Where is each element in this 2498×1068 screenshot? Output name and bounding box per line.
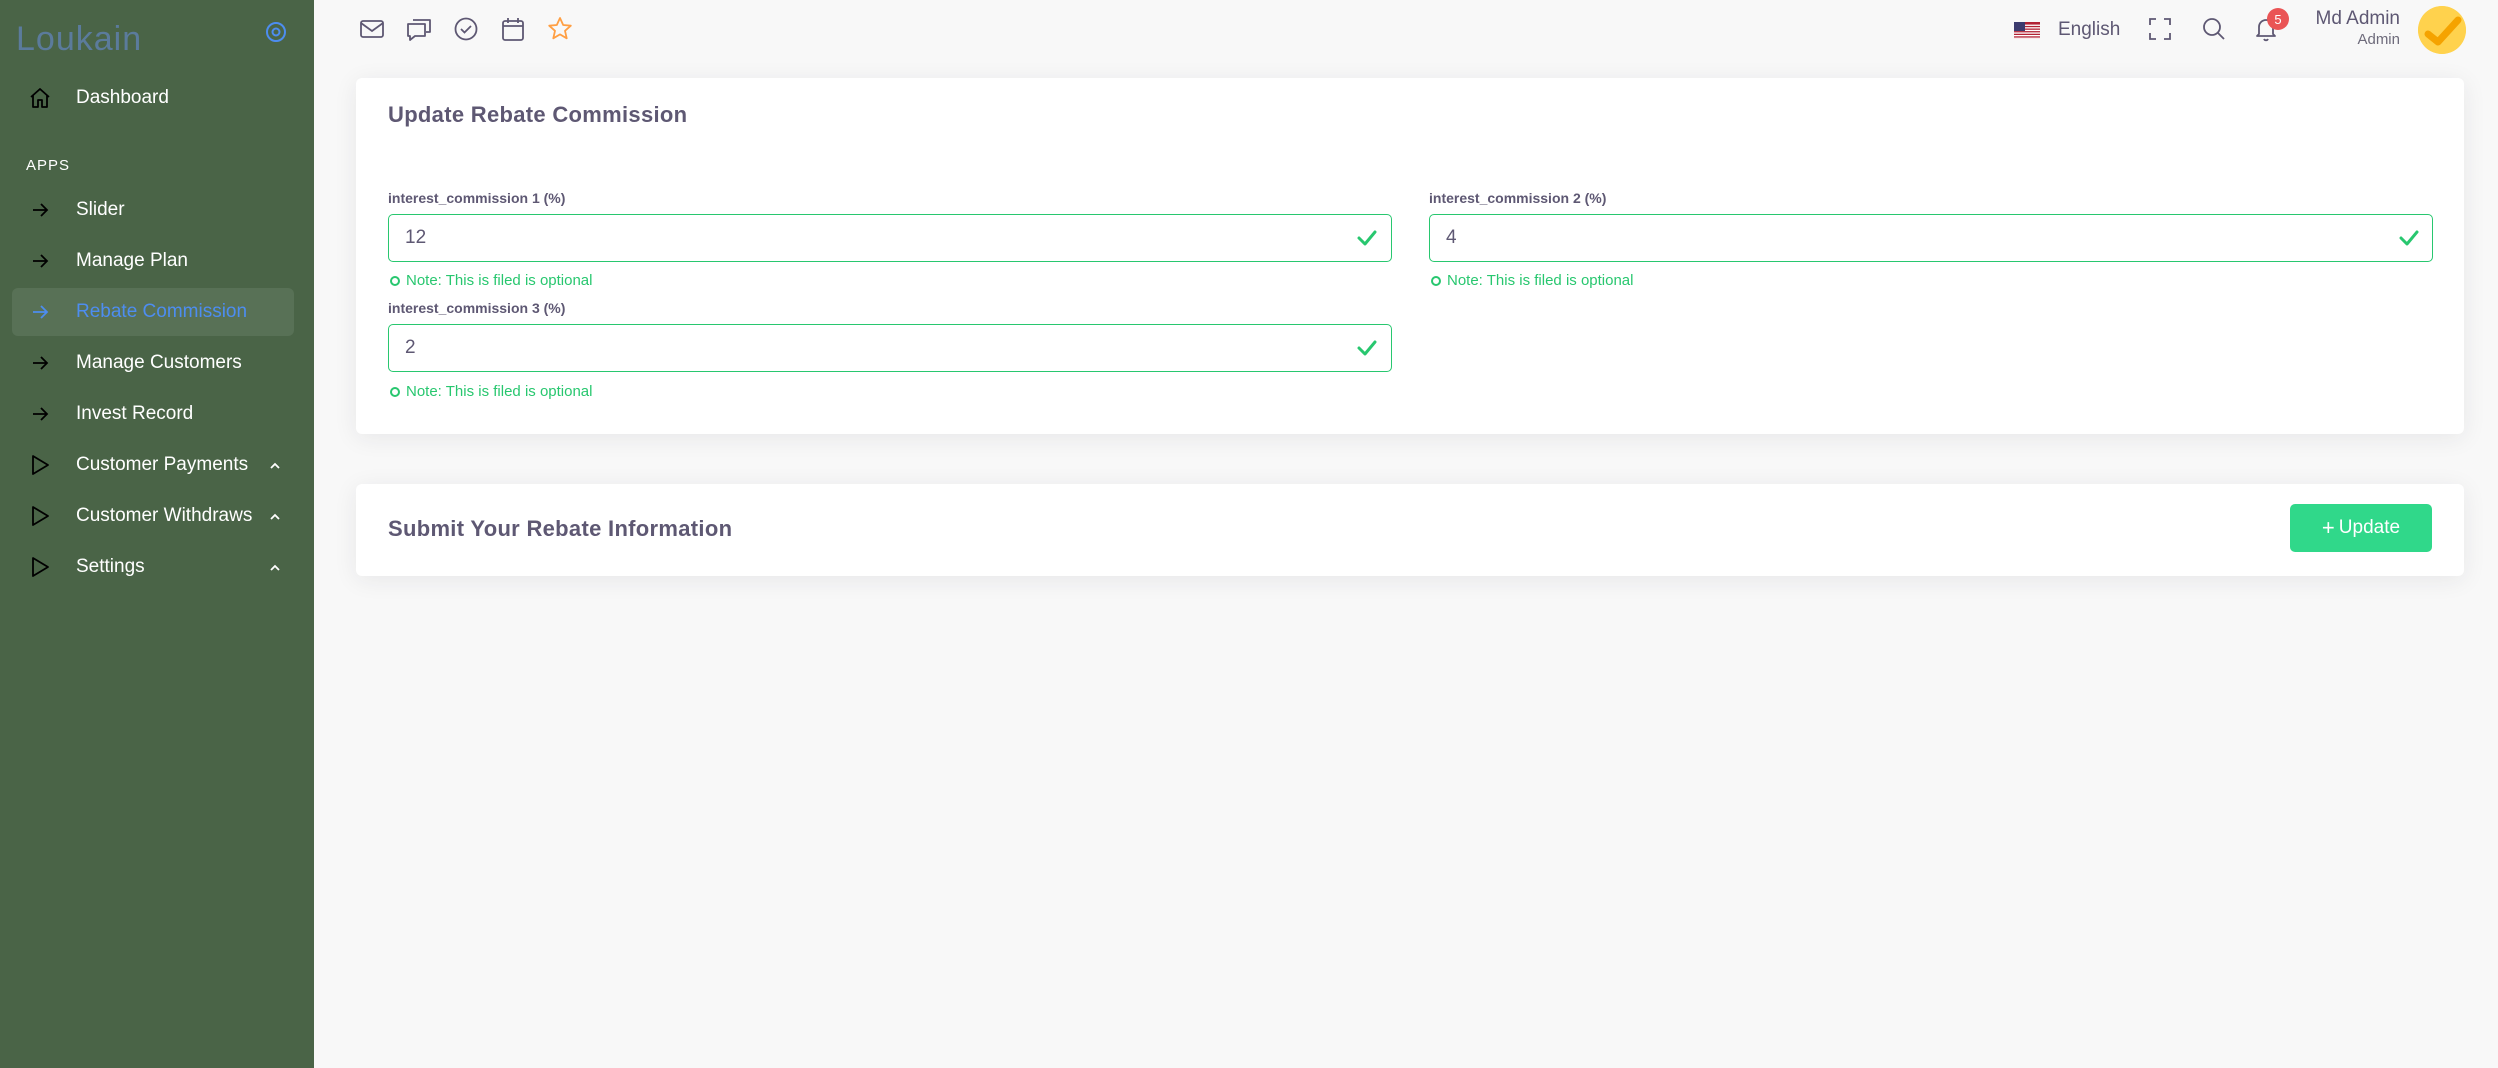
chat-icon[interactable] bbox=[405, 15, 433, 43]
chevron-up-icon bbox=[268, 457, 282, 471]
check-circle-icon[interactable] bbox=[452, 15, 480, 43]
sidebar-item-invest-record[interactable]: Invest Record bbox=[12, 390, 294, 438]
valid-check-icon bbox=[2398, 227, 2420, 249]
sidebar-item-rebate-commission[interactable]: Rebate Commission bbox=[12, 288, 294, 336]
topbar: English 5 Md Admin Admin bbox=[314, 0, 2498, 60]
calendar-icon[interactable] bbox=[499, 15, 527, 43]
rebate-commission-form-card: Update Rebate Commission interest_commis… bbox=[356, 78, 2464, 434]
field-note-commission-2: Note: This is filed is optional bbox=[1431, 272, 1633, 289]
commission-2-input[interactable] bbox=[1429, 214, 2433, 262]
sidebar-item-manage-customers[interactable]: Manage Customers bbox=[12, 339, 294, 387]
field-note-commission-3: Note: This is filed is optional bbox=[390, 383, 592, 400]
sidebar-item-dashboard[interactable]: Dashboard bbox=[12, 74, 294, 122]
sidebar-item-label: Settings bbox=[76, 556, 145, 577]
sidebar: Loukain Dashboard APPS Slider Manage Pla… bbox=[0, 0, 314, 1068]
submit-title: Submit Your Rebate Information bbox=[388, 516, 733, 541]
sidebar-item-manage-plan[interactable]: Manage Plan bbox=[12, 237, 294, 285]
field-note-commission-1: Note: This is filed is optional bbox=[390, 272, 592, 289]
update-button[interactable]: + Update bbox=[2290, 504, 2432, 552]
app-root: Loukain Dashboard APPS Slider Manage Pla… bbox=[0, 0, 2498, 1068]
home-icon bbox=[26, 84, 54, 112]
arrow-right-icon bbox=[26, 298, 54, 326]
brand-logo[interactable]: Loukain bbox=[16, 20, 142, 59]
chevron-up-icon bbox=[268, 508, 282, 522]
form-title: Update Rebate Commission bbox=[388, 102, 688, 127]
info-dot-icon bbox=[390, 275, 400, 286]
sidebar-toggle-icon[interactable] bbox=[264, 20, 288, 44]
play-icon bbox=[26, 553, 54, 581]
sidebar-item-label: Manage Plan bbox=[76, 250, 188, 271]
search-icon[interactable] bbox=[2200, 15, 2228, 43]
notification-badge: 5 bbox=[2267, 8, 2289, 30]
play-icon bbox=[26, 502, 54, 530]
arrow-right-icon bbox=[26, 196, 54, 224]
mail-icon[interactable] bbox=[358, 15, 386, 43]
star-icon[interactable] bbox=[546, 15, 574, 43]
nav-section-apps: APPS bbox=[26, 157, 71, 174]
sidebar-item-label: Manage Customers bbox=[76, 352, 242, 373]
field-label-commission-2: interest_commission 2 (%) bbox=[1429, 190, 1607, 206]
user-name[interactable]: Md Admin bbox=[2300, 8, 2400, 30]
avatar[interactable] bbox=[2418, 6, 2466, 54]
field-note-text: Note: This is filed is optional bbox=[1447, 272, 1634, 289]
sidebar-item-label: Invest Record bbox=[76, 403, 194, 424]
info-dot-icon bbox=[1431, 275, 1441, 286]
plus-icon: + bbox=[2321, 515, 2335, 540]
submit-card: Submit Your Rebate Information + Update bbox=[356, 484, 2464, 576]
play-icon bbox=[26, 451, 54, 479]
commission-3-input[interactable] bbox=[388, 324, 1392, 372]
fullscreen-icon[interactable] bbox=[2146, 15, 2174, 43]
update-button-label: Update bbox=[2338, 517, 2401, 538]
field-note-text: Note: This is filed is optional bbox=[406, 383, 593, 400]
field-label-commission-3: interest_commission 3 (%) bbox=[388, 300, 566, 316]
field-note-text: Note: This is filed is optional bbox=[406, 272, 593, 289]
arrow-right-icon bbox=[26, 400, 54, 428]
sidebar-item-label: Customer Payments bbox=[76, 454, 249, 475]
arrow-right-icon bbox=[26, 247, 54, 275]
sidebar-item-customer-payments[interactable]: Customer Payments bbox=[12, 441, 294, 489]
sidebar-item-label: Rebate Commission bbox=[76, 301, 248, 322]
valid-check-icon bbox=[1356, 337, 1378, 359]
valid-check-icon bbox=[1356, 227, 1378, 249]
us-flag-icon bbox=[2014, 21, 2040, 39]
language-label: English bbox=[2058, 19, 2121, 40]
user-role: Admin bbox=[2357, 31, 2400, 48]
info-dot-icon bbox=[390, 386, 400, 397]
sidebar-item-label: Slider bbox=[76, 199, 125, 220]
chevron-up-icon bbox=[268, 559, 282, 573]
language-selector[interactable]: English bbox=[2014, 16, 2120, 44]
sidebar-item-settings[interactable]: Settings bbox=[12, 543, 294, 591]
avatar-check-icon bbox=[2418, 6, 2466, 54]
sidebar-item-slider[interactable]: Slider bbox=[12, 186, 294, 234]
commission-1-input[interactable] bbox=[388, 214, 1392, 262]
sidebar-item-label: Customer Withdraws bbox=[76, 505, 253, 526]
arrow-right-icon bbox=[26, 349, 54, 377]
sidebar-item-label: Dashboard bbox=[76, 87, 169, 108]
field-label-commission-1: interest_commission 1 (%) bbox=[388, 190, 566, 206]
sidebar-item-customer-withdraws[interactable]: Customer Withdraws bbox=[12, 492, 294, 540]
